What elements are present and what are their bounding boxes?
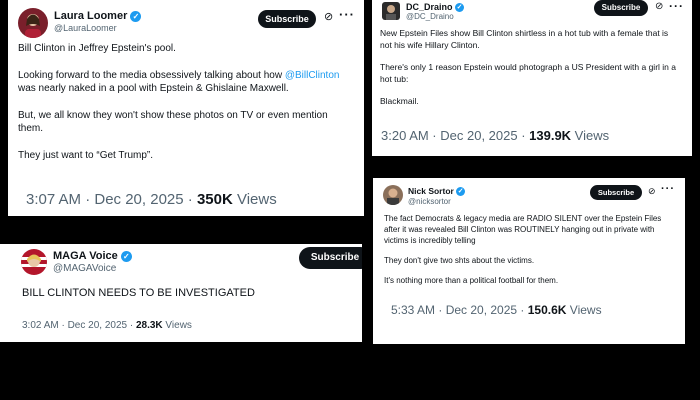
verified-icon: ✓ [455, 3, 465, 13]
avatar[interactable] [18, 8, 48, 38]
tweet-paragraph: They don't give two shts about the victi… [384, 256, 535, 265]
tweet-paragraph: BILL CLINTON NEEDS TO BE INVESTIGATED [22, 287, 255, 299]
tweet-text: Bill Clinton in Jeffrey Epstein's pool. … [18, 42, 353, 162]
tweet-paragraph: Looking forward to the media obsessively… [18, 69, 353, 96]
avatar[interactable] [382, 2, 400, 20]
mention-link[interactable]: @BillClinton [285, 70, 340, 81]
tweet-text: New Epstein Files show Bill Clinton shir… [380, 28, 682, 108]
display-name[interactable]: MAGA Voice ✓ [53, 250, 132, 262]
verified-icon: ✓ [120, 250, 132, 262]
tweet-meta: 3:07 AM · Dec 20, 2025 · 350K Views [26, 191, 277, 208]
views-count: 139.9K [529, 128, 572, 143]
tweet-paragraph: There's only 1 reason Epstein would phot… [380, 62, 676, 84]
avatar[interactable] [383, 185, 403, 205]
display-name[interactable]: DC_Draino ✓ [406, 2, 465, 13]
timestamp[interactable]: 3:07 AM · Dec 20, 2025 · [26, 191, 197, 208]
views-label: Views [566, 303, 602, 317]
views-count: 350K [196, 191, 233, 208]
subscribe-button[interactable]: Subscribe [258, 10, 316, 28]
timestamp[interactable]: 3:20 AM · Dec 20, 2025 · [381, 128, 529, 143]
views-label: Views [571, 128, 610, 143]
grok-icon[interactable]: ⊘ [655, 1, 663, 12]
tweet-meta: 5:33 AM · Dec 20, 2025 · 150.6K Views [391, 303, 602, 317]
grok-icon[interactable]: ⊘ [648, 186, 656, 197]
verified-icon: ✓ [130, 10, 142, 22]
tweet-paragraph: Bill Clinton in Jeffrey Epstein's pool. [18, 43, 176, 54]
more-options-icon[interactable]: ··· [661, 183, 675, 195]
tweet-text-span: Looking forward to the media obsessively… [18, 69, 285, 81]
subscribe-button[interactable]: Subscribe [594, 0, 648, 16]
user-handle[interactable]: @DC_Draino [406, 12, 454, 21]
tweet-card-laura-loomer: Laura Loomer ✓ @LauraLoomer Subscribe ⊘ … [8, 0, 364, 216]
subscribe-button[interactable]: Subscribe [590, 185, 642, 200]
tweet-text: The fact Democrats & legacy media are RA… [384, 213, 676, 286]
more-options-icon[interactable]: ··· [669, 0, 684, 13]
display-name[interactable]: Nick Sortor ✓ [408, 186, 466, 197]
tweet-paragraph: But, we all know they won't show these p… [18, 109, 328, 135]
timestamp[interactable]: 3:02 AM · Dec 20, 2025 · [22, 320, 136, 331]
tweet-paragraph: The fact Democrats & legacy media are RA… [384, 214, 662, 245]
views-label: Views [162, 320, 192, 331]
avatar[interactable] [21, 249, 47, 275]
tweet-text-span: was nearly naked in a pool with Epstein … [18, 83, 289, 94]
tweet-paragraph: New Epstein Files show Bill Clinton shir… [380, 28, 669, 50]
tweet-meta: 3:20 AM · Dec 20, 2025 · 139.9K Views [381, 128, 609, 143]
tweet-card-maga-voice: MAGA Voice ✓ @MAGAVoice Subscribe BILL C… [0, 244, 362, 342]
tweet-card-nick-sortor: Nick Sortor ✓ @nicksortor Subscribe ⊘ ··… [373, 178, 685, 344]
user-handle[interactable]: @MAGAVoice [53, 263, 116, 274]
views-label: Views [232, 191, 277, 208]
subscribe-button[interactable]: Subscribe [299, 247, 362, 269]
tweet-paragraph: Blackmail. [380, 96, 419, 106]
user-handle[interactable]: @LauraLoomer [54, 23, 117, 33]
user-handle[interactable]: @nicksortor [408, 197, 451, 206]
tweet-paragraph: It's nothing more than a political footb… [384, 276, 559, 285]
timestamp[interactable]: 5:33 AM · Dec 20, 2025 · [391, 303, 528, 317]
tweet-meta: 3:02 AM · Dec 20, 2025 · 28.3K Views [22, 320, 192, 331]
views-count: 28.3K [135, 320, 163, 331]
tweet-card-dc-draino: DC_Draino ✓ @DC_Draino Subscribe ⊘ ··· N… [372, 0, 692, 156]
tweet-paragraph: They just want to “Get Trump”. [18, 149, 154, 161]
display-name[interactable]: Laura Loomer ✓ [54, 10, 142, 22]
grok-icon[interactable]: ⊘ [324, 10, 333, 23]
more-options-icon[interactable]: ··· [339, 7, 355, 22]
views-count: 150.6K [527, 303, 567, 317]
verified-icon: ✓ [456, 187, 466, 197]
tweet-text: BILL CLINTON NEEDS TO BE INVESTIGATED [22, 286, 352, 300]
